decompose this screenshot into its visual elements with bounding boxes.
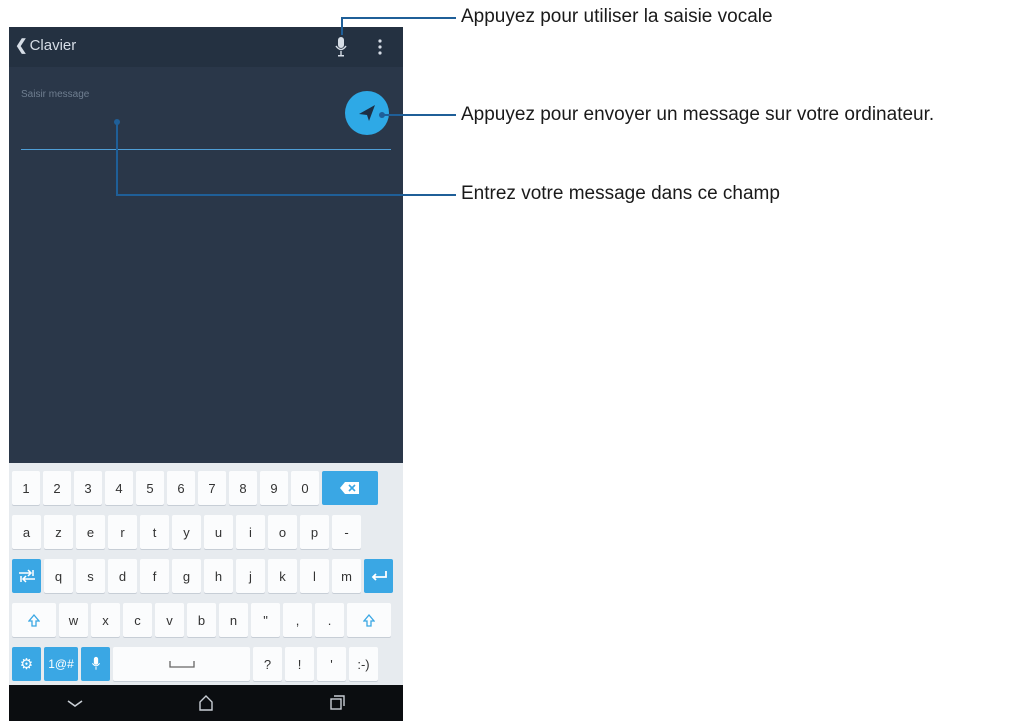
callout-line-voice — [341, 18, 343, 35]
key[interactable]: w — [59, 603, 88, 637]
symbols-key[interactable]: 1@# — [44, 647, 78, 681]
keyboard-row-5: ⚙ 1@# ? ! ' :-) — [12, 647, 381, 683]
key[interactable]: q — [44, 559, 73, 593]
shift-icon — [363, 613, 375, 627]
microphone-icon — [91, 656, 100, 670]
key[interactable]: y — [172, 515, 201, 549]
key[interactable]: - — [332, 515, 361, 549]
keyboard-row-2: a z e r t y u i o p - — [12, 515, 364, 551]
key[interactable]: 6 — [167, 471, 195, 505]
navigation-bar — [9, 685, 403, 721]
callout-line-field — [116, 194, 456, 196]
recents-nav-button[interactable] — [325, 691, 349, 715]
back-nav-button[interactable] — [63, 691, 87, 715]
key[interactable]: 7 — [198, 471, 226, 505]
back-button[interactable]: ❮ Clavier — [15, 36, 77, 55]
key[interactable]: h — [204, 559, 233, 593]
key[interactable]: z — [44, 515, 73, 549]
callout-line-voice — [341, 17, 456, 19]
key[interactable]: 3 — [74, 471, 102, 505]
callout-field-text: Entrez votre message dans ce champ — [461, 183, 780, 204]
keyboard-row-numbers: 1 2 3 4 5 6 7 8 9 0 — [12, 471, 381, 507]
key[interactable]: d — [108, 559, 137, 593]
chevron-left-icon: ❮ — [15, 37, 28, 54]
key[interactable]: p — [300, 515, 329, 549]
key[interactable]: 9 — [260, 471, 288, 505]
smiley-key[interactable]: :-) — [349, 647, 378, 681]
more-options-icon[interactable] — [377, 38, 383, 56]
key[interactable]: , — [283, 603, 312, 637]
backspace-icon — [340, 482, 359, 494]
shift-icon — [28, 613, 40, 627]
key[interactable]: i — [236, 515, 265, 549]
enter-icon — [371, 571, 387, 581]
backspace-key[interactable] — [322, 471, 378, 505]
key[interactable]: j — [236, 559, 265, 593]
keyboard-row-4: w x c v b n " , . — [12, 603, 394, 639]
key[interactable]: 8 — [229, 471, 257, 505]
key[interactable]: r — [108, 515, 137, 549]
key[interactable]: c — [123, 603, 152, 637]
key[interactable]: 4 — [105, 471, 133, 505]
callout-line-send — [383, 114, 456, 116]
enter-key[interactable] — [364, 559, 393, 593]
message-input[interactable]: Saisir message — [21, 89, 89, 100]
key[interactable]: f — [140, 559, 169, 593]
keyboard-row-3: q s d f g h j k l m — [12, 559, 396, 595]
key[interactable]: n — [219, 603, 248, 637]
key[interactable]: . — [315, 603, 344, 637]
key[interactable]: b — [187, 603, 216, 637]
key[interactable]: t — [140, 515, 169, 549]
key[interactable]: o — [268, 515, 297, 549]
key[interactable]: 1 — [12, 471, 40, 505]
send-icon — [359, 105, 375, 121]
space-icon — [168, 661, 195, 668]
microphone-icon[interactable] — [334, 36, 348, 58]
key[interactable]: 2 — [43, 471, 71, 505]
space-key[interactable] — [113, 647, 250, 681]
key[interactable]: v — [155, 603, 184, 637]
key[interactable]: g — [172, 559, 201, 593]
chevron-down-icon — [67, 700, 83, 707]
phone-screen: ❮ Clavier Saisir message 1 2 3 4 5 6 7 8… — [9, 27, 403, 721]
voice-input-key[interactable] — [81, 647, 110, 681]
back-label: Clavier — [29, 36, 77, 54]
keyboard: 1 2 3 4 5 6 7 8 9 0 a z e r t y u i o p … — [9, 463, 403, 685]
apostrophe-key[interactable]: ' — [317, 647, 346, 681]
key[interactable]: " — [251, 603, 280, 637]
message-field-underline — [21, 149, 391, 150]
tab-icon — [18, 569, 35, 583]
key[interactable]: k — [268, 559, 297, 593]
key[interactable]: s — [76, 559, 105, 593]
shift-key-right[interactable] — [347, 603, 391, 637]
gear-icon: ⚙ — [19, 656, 34, 673]
home-icon — [199, 695, 213, 711]
callout-line-field — [116, 122, 118, 195]
key[interactable]: l — [300, 559, 329, 593]
question-key[interactable]: ? — [253, 647, 282, 681]
exclaim-key[interactable]: ! — [285, 647, 314, 681]
callout-send-text: Appuyez pour envoyer un message sur votr… — [461, 104, 935, 125]
tab-key[interactable] — [12, 559, 41, 593]
key[interactable]: u — [204, 515, 233, 549]
key[interactable]: e — [76, 515, 105, 549]
key[interactable]: x — [91, 603, 120, 637]
key[interactable]: 5 — [136, 471, 164, 505]
key[interactable]: a — [12, 515, 41, 549]
recent-apps-icon — [330, 695, 346, 710]
settings-key[interactable]: ⚙ — [12, 647, 41, 681]
home-nav-button[interactable] — [194, 691, 218, 715]
key[interactable]: m — [332, 559, 361, 593]
key[interactable]: 0 — [291, 471, 319, 505]
shift-key-left[interactable] — [12, 603, 56, 637]
callout-voice-text: Appuyez pour utiliser la saisie vocale — [461, 6, 773, 27]
top-bar: ❮ Clavier — [9, 27, 403, 67]
